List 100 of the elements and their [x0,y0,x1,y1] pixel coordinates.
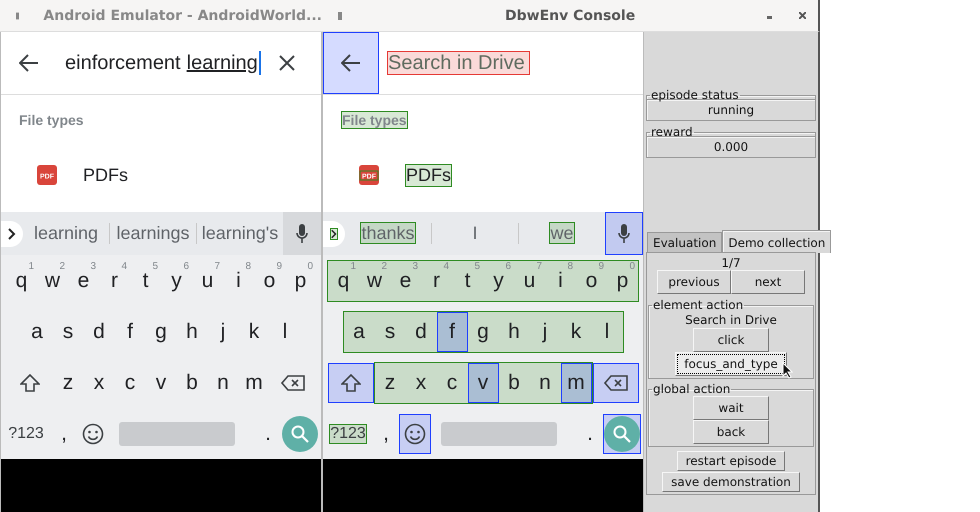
backspace-key[interactable] [592,362,638,402]
key[interactable]: h [176,312,208,352]
close-icon[interactable] [278,55,295,71]
key[interactable]: , [373,414,399,454]
key-hint: 4 [443,260,449,272]
key[interactable]: z [52,362,84,402]
section-heading: File types [19,112,84,128]
window-menu-icon[interactable] [338,12,342,20]
nav-button[interactable]: next [731,270,805,294]
key[interactable]: f [436,312,468,352]
action-button[interactable]: click [693,328,769,352]
key[interactable]: z [374,362,406,402]
shift-key[interactable] [328,362,374,402]
key[interactable]: o 9 [576,260,607,300]
key[interactable]: x [406,362,436,402]
group-label: element action [652,298,744,312]
symbols-key[interactable]: ?123 [1,414,51,454]
key[interactable]: s [52,312,84,352]
key[interactable]: j [530,312,560,352]
key[interactable]: a [344,312,374,352]
key[interactable]: e 3 [68,260,99,300]
key[interactable]: v [468,362,498,402]
key[interactable]: d [84,312,114,352]
key[interactable]: p 0 [285,260,316,300]
back-arrow-icon [19,54,39,72]
search-button[interactable] [604,416,640,452]
key[interactable]: i 8 [223,260,254,300]
action-button[interactable]: restart episode [676,451,786,471]
key[interactable]: v [146,362,176,402]
key[interactable]: y 6 [483,260,514,300]
suggestion-word[interactable]: I [472,223,478,243]
search-button[interactable] [282,416,318,452]
suggestion-word[interactable]: we [549,222,574,244]
key[interactable]: l [592,312,622,352]
key[interactable]: k [238,312,270,352]
symbols-key[interactable]: ?123 [323,414,373,454]
key[interactable]: u 7 [192,260,223,300]
key[interactable]: u 7 [514,260,545,300]
key[interactable]: r 4 [99,260,130,300]
key[interactable]: q 1 [6,260,37,300]
key[interactable]: t 5 [452,260,483,300]
key[interactable]: e 3 [390,260,421,300]
key[interactable]: . [577,414,603,454]
suggestion-word[interactable]: learning's [202,223,278,243]
key[interactable]: l [270,312,300,352]
key[interactable]: b [176,362,208,402]
action-button[interactable]: back [693,420,769,444]
search-icon [291,424,309,442]
key[interactable]: , [51,414,77,454]
suggestion-word[interactable]: thanks [360,222,416,244]
expand-button[interactable] [1,220,23,246]
emoji-key[interactable] [399,414,431,454]
key[interactable]: d [406,312,436,352]
tab[interactable]: Evaluation [647,232,722,253]
key[interactable]: r 4 [421,260,452,300]
window-menu-icon[interactable] [16,12,20,20]
key[interactable]: g [468,312,498,352]
key[interactable]: o 9 [254,260,285,300]
key-hint: 6 [505,260,511,272]
key-hint: 5 [474,260,480,272]
key[interactable]: c [114,362,146,402]
key[interactable]: a [22,312,52,352]
key[interactable]: j [208,312,238,352]
key[interactable]: w 2 [37,260,68,300]
key[interactable]: x [84,362,114,402]
back-button[interactable] [323,32,379,94]
microphone-button[interactable] [283,212,321,255]
key[interactable]: f [114,312,146,352]
key[interactable]: q 1 [328,260,359,300]
key[interactable]: y 6 [161,260,192,300]
key[interactable]: s [374,312,406,352]
key[interactable]: n [208,362,238,402]
microphone-button[interactable] [605,212,643,255]
close-icon[interactable] [799,12,806,19]
key[interactable]: m [238,362,270,402]
action-button[interactable]: wait [693,396,769,420]
key[interactable]: n [530,362,560,402]
key[interactable]: b [498,362,530,402]
action-button[interactable]: focus_and_type [675,352,787,376]
key[interactable]: i 8 [545,260,576,300]
nav-button[interactable]: previous [657,270,731,294]
key[interactable]: m [560,362,592,402]
list-item[interactable]: PDFs [405,164,452,186]
key[interactable]: p 0 [607,260,638,300]
key[interactable]: g [146,312,176,352]
key-hint: 1 [350,260,356,272]
key[interactable]: k [560,312,592,352]
key[interactable]: . [255,414,281,454]
window-title: Android Emulator - AndroidWorld... [43,8,322,24]
action-button[interactable]: save demonstration [662,472,800,492]
search-field[interactable]: einforcement learning [65,51,261,75]
key[interactable]: h [498,312,530,352]
suggestion-word[interactable]: learning [34,223,98,243]
key[interactable]: t 5 [130,260,161,300]
search-field[interactable]: Search in Drive [387,51,530,75]
key[interactable]: w 2 [359,260,390,300]
list-item[interactable]: PDFs [83,164,128,186]
key[interactable]: c [436,362,468,402]
suggestion-word[interactable]: learnings [116,223,190,243]
tab[interactable]: Demo collection [722,230,832,253]
